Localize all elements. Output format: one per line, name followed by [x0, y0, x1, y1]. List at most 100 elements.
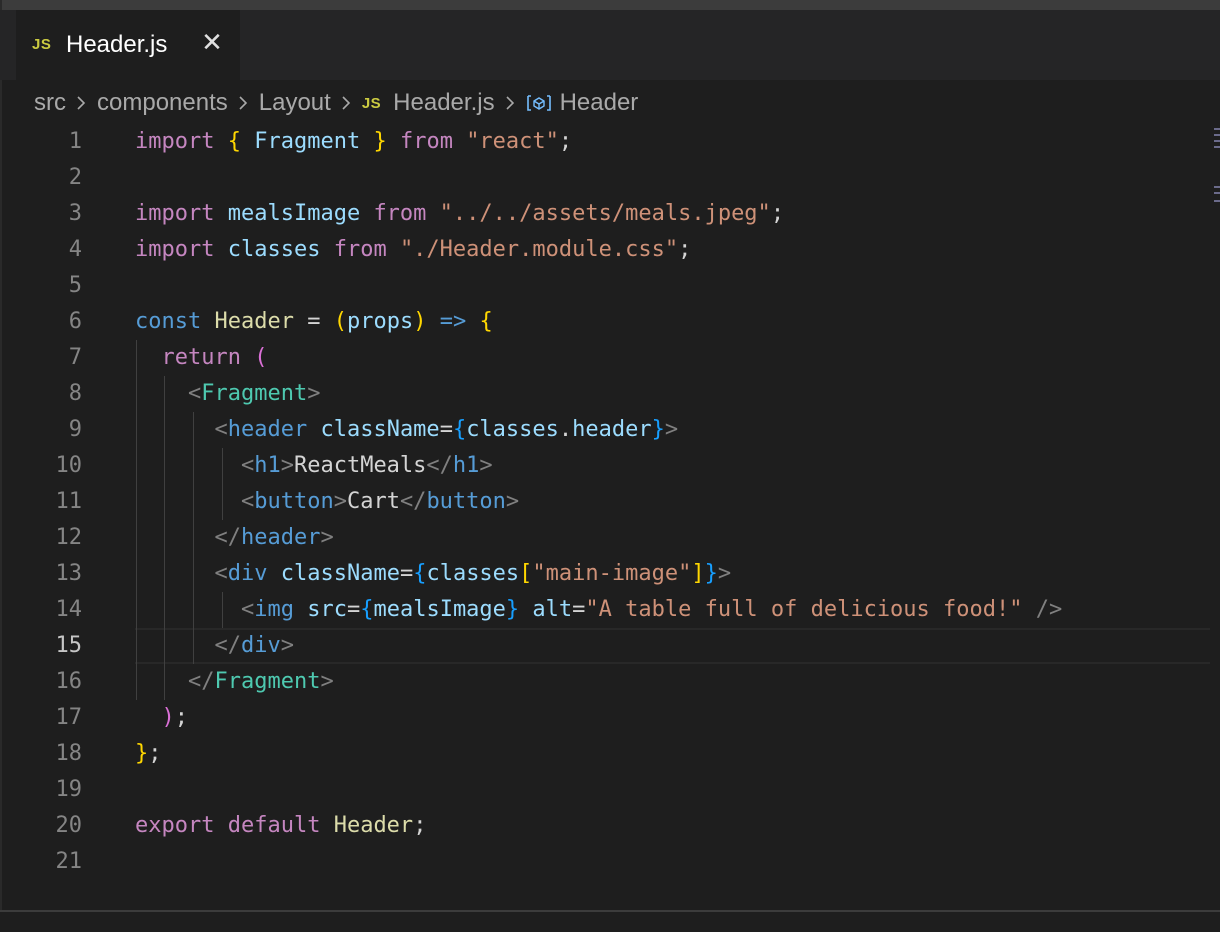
code-line[interactable]: 9 <header className={classes.header}> [0, 412, 1210, 448]
code-line[interactable]: 2 [0, 160, 1210, 196]
code-token: import [135, 237, 215, 262]
breadcrumb-item-file[interactable]: Header.js [393, 89, 494, 117]
code-token: "react" [466, 129, 559, 154]
code-token: button [254, 489, 334, 514]
code-token: from [399, 129, 453, 154]
code-token: </ [426, 453, 453, 478]
code-line[interactable]: 5 [0, 268, 1210, 304]
code-editor[interactable]: 1 import { Fragment } from "react"; 2 3 impo… [0, 124, 1210, 910]
code-token: default [227, 813, 321, 838]
code-token: className [320, 417, 440, 442]
code-token: { [360, 597, 374, 622]
line-content: import classes from "./Header.module.css… [135, 232, 691, 268]
code-token: > [505, 489, 520, 514]
line-content: <Fragment> [135, 376, 320, 412]
code-line[interactable]: 10 <h1>ReactMeals</h1> [0, 448, 1210, 484]
code-line[interactable]: 11 <button>Cart</button> [0, 484, 1210, 520]
line-content: </header> [135, 520, 333, 556]
code-token: > [479, 453, 493, 478]
code-line[interactable]: 12 </header> [0, 520, 1210, 556]
breadcrumb-item-layout[interactable]: Layout [259, 89, 331, 117]
line-number: 1 [68, 129, 82, 154]
code-token: ; [148, 741, 162, 766]
code-token: ; [770, 201, 785, 226]
code-line[interactable]: 18}; [0, 736, 1210, 772]
line-number: 20 [55, 813, 83, 838]
line-number: 10 [55, 453, 83, 478]
code-token: ) [413, 309, 427, 334]
code-token: </ [399, 489, 427, 514]
line-content: }; [135, 736, 162, 772]
line-number: 6 [68, 309, 82, 334]
code-line[interactable]: 17 ); [0, 700, 1210, 736]
breadcrumb-item-src[interactable]: src [34, 89, 66, 117]
code-line[interactable]: 1 import { Fragment } from "react"; [0, 124, 1210, 160]
close-icon[interactable]: ✕ [199, 27, 225, 57]
line-number: 18 [55, 741, 83, 766]
code-line[interactable]: 7 return ( [0, 340, 1210, 376]
code-token: Fragment [214, 669, 321, 694]
code-token: [ [519, 561, 533, 586]
line-number: 15 [55, 633, 83, 658]
code-token: Header [333, 813, 414, 838]
code-token: header [240, 525, 321, 550]
code-line[interactable]: 8 <Fragment> [0, 376, 1210, 412]
code-token: < [214, 417, 228, 442]
breadcrumb-item-symbol[interactable]: Header [560, 89, 639, 117]
code-token: mealsImage [373, 597, 506, 622]
tab-header-js[interactable]: JS Header.js ✕ [16, 10, 240, 80]
chevron-right-icon [342, 96, 350, 110]
code-line[interactable]: 3 import mealsImage from "../../assets/me… [0, 196, 1210, 232]
code-token: button [426, 489, 506, 514]
code-token: "../../assets/meals.jpeg" [439, 201, 771, 226]
code-token: h1 [452, 453, 480, 478]
code-line[interactable]: 21 [0, 844, 1210, 880]
code-token: ( [333, 309, 347, 334]
line-number: 21 [55, 849, 83, 874]
code-token: < [214, 561, 228, 586]
line-content: return ( [135, 340, 268, 376]
code-token: Cart [346, 489, 400, 514]
code-line[interactable]: 13 <div className={classes["main-image"]… [0, 556, 1210, 592]
code-line[interactable]: 20 export default Header; [0, 808, 1210, 844]
code-line[interactable]: 16 </Fragment> [0, 664, 1210, 700]
code-token: div [240, 633, 281, 658]
line-number: 4 [68, 237, 82, 262]
code-line[interactable]: 15 </div> [0, 628, 1210, 664]
code-token: => [439, 309, 467, 334]
code-line[interactable]: 4 import classes from "./Header.module.cs… [0, 232, 1210, 268]
code-token: > [333, 489, 347, 514]
tab-label: Header.js [66, 31, 168, 58]
breadcrumb-item-components[interactable]: components [97, 89, 228, 117]
code-token: header [227, 417, 308, 442]
code-token: = [439, 417, 453, 442]
code-token: > [664, 417, 679, 442]
code-line[interactable]: 6 const Header = (props) => { [0, 304, 1210, 340]
line-content: ); [135, 700, 189, 736]
code-token: return [161, 345, 241, 370]
line-content: </div> [135, 628, 294, 664]
code-token: } [135, 741, 149, 766]
code-line[interactable]: 19 [0, 772, 1210, 808]
code-token: ReactMeals [293, 453, 427, 478]
breadcrumb: src components Layout JS Header.js Heade… [34, 88, 638, 118]
code-line[interactable]: 14 <img src={mealsImage} alt="A table fu… [0, 592, 1210, 628]
line-number: 11 [55, 489, 83, 514]
code-token: ] [691, 561, 705, 586]
